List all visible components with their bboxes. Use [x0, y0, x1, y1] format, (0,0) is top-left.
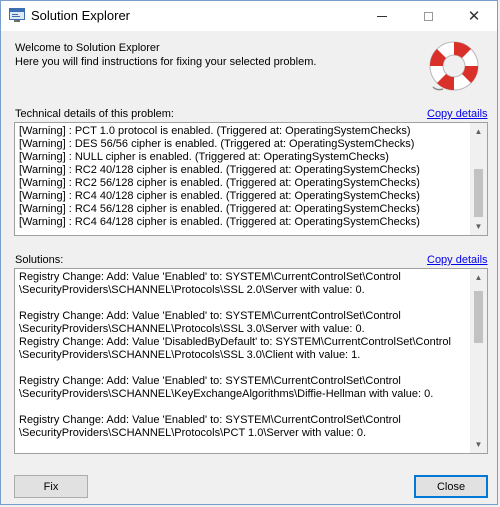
text-line: \SecurityProviders\SCHANNEL\Protocols\PC… [19, 427, 367, 439]
text-line: Registry Change: Add: Value 'Enabled' to… [19, 375, 401, 387]
close-icon: ✕ [467, 8, 481, 25]
text-line: Registry Change: Add: Value 'Enabled' to… [19, 310, 401, 322]
title-bar: Solution Explorer ✕ [1, 1, 497, 31]
minimize-button[interactable] [359, 1, 405, 31]
scroll-down-arrow-icon[interactable]: ▼ [470, 218, 487, 235]
text-line [19, 297, 469, 310]
solutions-textbox[interactable]: Registry Change: Add: Value 'Enabled' to… [14, 268, 488, 454]
text-line: \SecurityProviders\SCHANNEL\KeyExchangeA… [19, 388, 434, 400]
technical-details-scrollbar[interactable]: ▲ ▼ [470, 123, 487, 235]
text-line: [Warning] : PCT 1.0 protocol is enabled.… [19, 125, 411, 137]
text-line: Registry Change: Add: Value 'Enabled' to… [19, 414, 401, 426]
text-line: [Warning] : RC2 56/128 cipher is enabled… [19, 177, 420, 189]
app-window-icon [9, 8, 25, 22]
solutions-content: Registry Change: Add: Value 'Enabled' to… [19, 271, 469, 440]
text-line: [Warning] : RC4 64/128 cipher is enabled… [19, 216, 420, 228]
scroll-down-arrow-icon[interactable]: ▼ [470, 436, 487, 453]
text-line: [Warning] : RC4 56/128 cipher is enabled… [19, 203, 420, 215]
maximize-button[interactable] [405, 1, 451, 31]
solution-explorer-window: Solution Explorer ✕ Welcome to Solution … [0, 0, 498, 505]
text-line: \SecurityProviders\SCHANNEL\Protocols\SS… [19, 323, 365, 335]
window-title: Solution Explorer [31, 8, 130, 23]
text-line: Registry Change: Add: Value 'Enabled' to… [19, 271, 401, 283]
scroll-thumb[interactable] [474, 291, 483, 343]
close-button[interactable]: Close [414, 475, 488, 498]
minimize-icon [377, 15, 387, 17]
text-line: [Warning] : RC2 40/128 cipher is enabled… [19, 164, 420, 176]
welcome-subtext: Here you will find instructions for fixi… [15, 56, 317, 68]
lifebuoy-icon [429, 41, 479, 91]
technical-details-content: [Warning] : PCT 1.0 protocol is enabled.… [19, 125, 469, 229]
scroll-up-arrow-icon[interactable]: ▲ [470, 269, 487, 286]
text-line: [Warning] : NULL cipher is enabled. (Tri… [19, 151, 389, 163]
scroll-thumb[interactable] [474, 169, 483, 217]
solutions-label: Solutions: [15, 254, 64, 266]
technical-details-textbox[interactable]: [Warning] : PCT 1.0 protocol is enabled.… [14, 122, 488, 236]
text-line [19, 401, 469, 414]
copy-technical-details-link[interactable]: Copy details [427, 108, 488, 120]
technical-details-label: Technical details of this problem: [15, 108, 174, 120]
solutions-scrollbar[interactable]: ▲ ▼ [470, 269, 487, 453]
welcome-heading: Welcome to Solution Explorer [15, 42, 160, 54]
text-line: [Warning] : RC4 40/128 cipher is enabled… [19, 190, 420, 202]
fix-button[interactable]: Fix [14, 475, 88, 498]
welcome-block: Welcome to Solution Explorer Here you wi… [15, 41, 316, 69]
text-line [19, 362, 469, 375]
maximize-icon [423, 11, 433, 21]
text-line: Registry Change: Add: Value 'DisabledByD… [19, 336, 451, 348]
scroll-up-arrow-icon[interactable]: ▲ [470, 123, 487, 140]
text-line: \SecurityProviders\SCHANNEL\Protocols\SS… [19, 349, 361, 361]
close-window-button[interactable]: ✕ [451, 1, 497, 31]
text-line: [Warning] : DES 56/56 cipher is enabled.… [19, 138, 415, 150]
text-line: \SecurityProviders\SCHANNEL\Protocols\SS… [19, 284, 365, 296]
copy-solutions-link[interactable]: Copy details [427, 254, 488, 266]
